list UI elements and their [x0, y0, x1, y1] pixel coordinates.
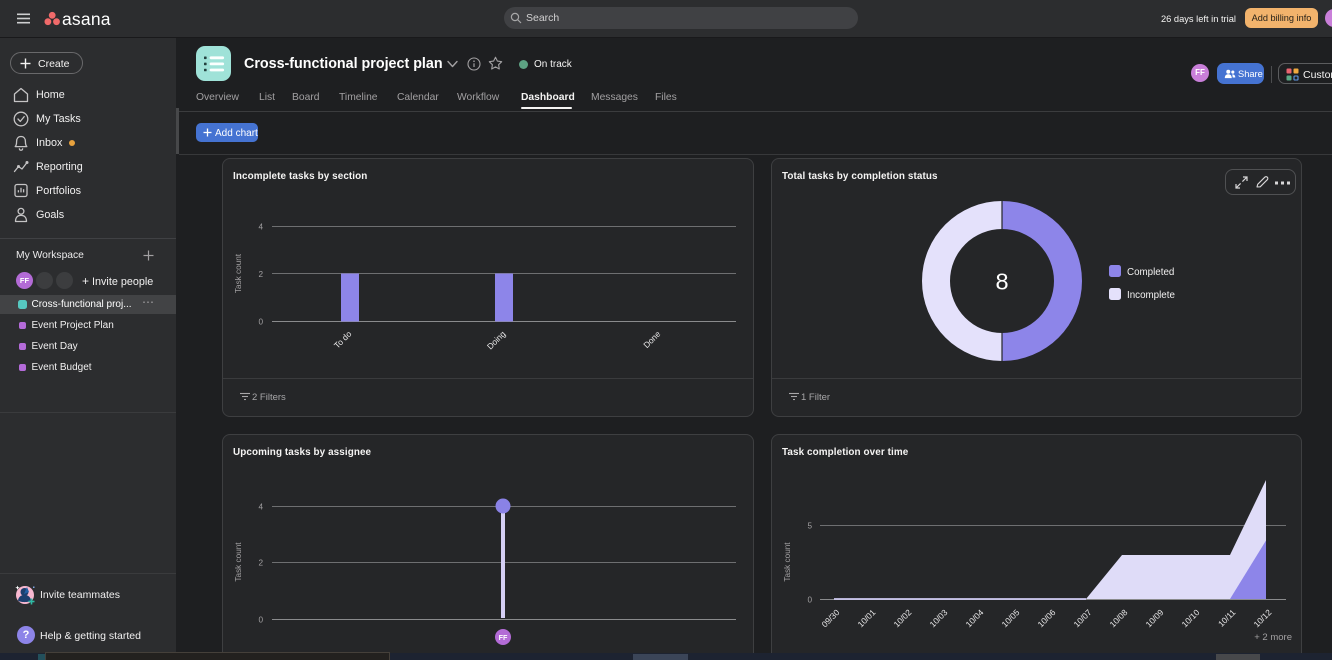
svg-text:10/03: 10/03	[928, 607, 950, 629]
svg-text:FF: FF	[499, 633, 508, 642]
svg-text:Doing: Doing	[485, 329, 508, 352]
svg-text:Completed: Completed	[1127, 267, 1174, 278]
svg-text:0: 0	[807, 596, 812, 605]
svg-text:10/01: 10/01	[856, 607, 878, 629]
svg-text:To do: To do	[332, 329, 354, 351]
svg-text:4: 4	[258, 223, 263, 232]
svg-text:10/07: 10/07	[1072, 607, 1094, 629]
svg-text:10/05: 10/05	[1000, 607, 1022, 629]
svg-text:5: 5	[807, 522, 812, 531]
svg-text:10/06: 10/06	[1036, 607, 1058, 629]
svg-text:10/09: 10/09	[1144, 607, 1166, 629]
svg-text:2: 2	[258, 270, 263, 279]
svg-text:Task count: Task count	[783, 542, 792, 582]
svg-text:0: 0	[258, 318, 263, 327]
svg-text:Task count: Task count	[234, 542, 243, 582]
svg-text:10/10: 10/10	[1180, 607, 1202, 629]
svg-text:10/02: 10/02	[892, 607, 914, 629]
svg-text:10/11: 10/11	[1216, 607, 1238, 629]
svg-text:Done: Done	[641, 329, 662, 350]
svg-text:09/30: 09/30	[820, 607, 842, 629]
svg-text:Task count: Task count	[234, 253, 243, 293]
svg-text:4: 4	[258, 503, 263, 512]
svg-text:10/12: 10/12	[1252, 607, 1274, 629]
svg-text:+ 2 more: + 2 more	[1254, 632, 1292, 643]
svg-text:0: 0	[258, 616, 263, 625]
svg-text:10/08: 10/08	[1108, 607, 1130, 629]
svg-text:2: 2	[258, 559, 263, 568]
svg-text:10/04: 10/04	[964, 607, 986, 629]
svg-text:Incomplete: Incomplete	[1127, 290, 1175, 301]
svg-text:8: 8	[995, 269, 1008, 295]
